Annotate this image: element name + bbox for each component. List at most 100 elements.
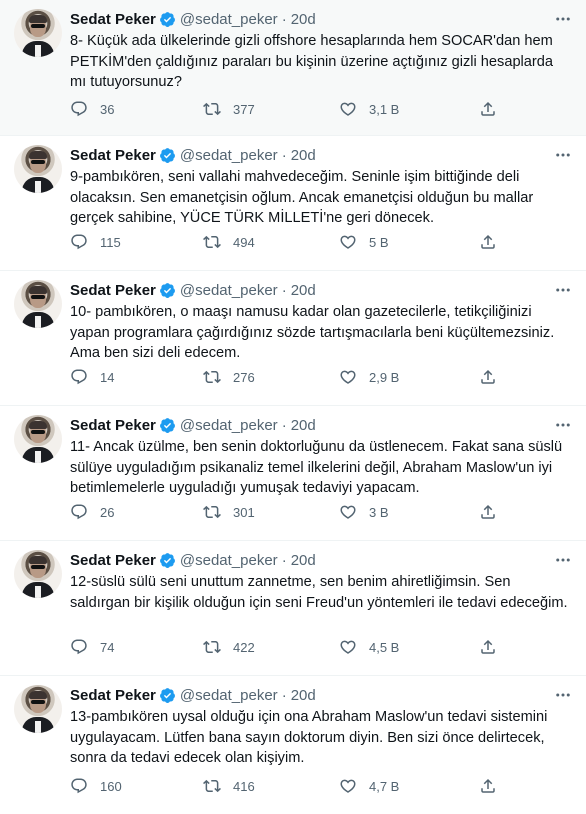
reply-count: 14 [100,369,115,385]
tweet[interactable]: Sedat Peker @sedat_peker · 20d 13-pambık… [0,676,586,814]
tweet[interactable]: Sedat Peker @sedat_peker · 20d 12-süslü … [0,541,586,676]
reply-count: 115 [100,234,121,250]
retweet-button[interactable]: 416 [203,777,339,795]
more-horizontal-icon[interactable] [554,416,572,434]
reply-icon [71,369,87,385]
like-count: 3,1 B [369,101,400,117]
retweet-button[interactable]: 377 [203,100,339,118]
avatar[interactable] [14,685,62,733]
reply-count: 160 [100,778,122,794]
retweet-count: 301 [233,504,255,520]
retweet-button[interactable]: 301 [203,503,339,521]
reply-button[interactable]: 115 [70,233,203,251]
tweet-timestamp[interactable]: 20d [291,417,316,434]
heart-icon [340,102,356,116]
author-handle[interactable]: @sedat_peker [180,282,278,299]
author-name[interactable]: Sedat Peker [70,282,156,299]
share-icon [481,101,495,116]
tweet[interactable]: Sedat Peker @sedat_peker · 20d 8- Küçük … [0,0,586,136]
reply-icon [71,639,87,655]
tweet-text: 9-pambıkören, seni vallahi mahvedeceğim.… [70,169,534,226]
verified-badge-icon [159,417,175,433]
author-handle[interactable]: @sedat_peker [180,11,278,28]
retweet-icon [203,102,221,116]
author-handle[interactable]: @sedat_peker [180,687,278,704]
author-handle[interactable]: @sedat_peker [180,147,278,164]
reply-button[interactable]: 36 [70,100,203,118]
retweet-button[interactable]: 276 [203,368,339,386]
tweet-header: Sedat Peker @sedat_peker · 20d [70,685,572,705]
tweet-header: Sedat Peker @sedat_peker · 20d [70,9,572,29]
tweet-header: Sedat Peker @sedat_peker · 20d [70,280,572,300]
like-button[interactable]: 5 B [339,233,479,251]
share-icon [481,234,495,249]
tweet-timestamp[interactable]: 20d [291,11,316,28]
like-button[interactable]: 4,5 B [339,638,479,656]
tweet-text: 10- pambıkören, o maaşı namusu kadar ola… [70,304,555,361]
tweet[interactable]: Sedat Peker @sedat_peker · 20d 9-pambıkö… [0,136,586,271]
author-name[interactable]: Sedat Peker [70,552,156,569]
verified-badge-icon [159,147,175,163]
tweet-content: Sedat Peker @sedat_peker · 20d 12-süslü … [70,550,572,613]
author-name[interactable]: Sedat Peker [70,147,156,164]
more-horizontal-icon[interactable] [554,10,572,28]
tweet-timestamp[interactable]: 20d [291,147,316,164]
retweet-count: 377 [233,101,255,117]
tweet-actions: 115 494 5 B [70,232,510,252]
author-handle[interactable]: @sedat_peker [180,417,278,434]
like-count: 3 B [369,504,389,520]
share-button[interactable] [479,100,497,118]
share-button[interactable] [479,638,497,656]
reply-icon [71,234,87,250]
tweet-header: Sedat Peker @sedat_peker · 20d [70,145,572,165]
retweet-icon [203,505,221,519]
verified-badge-icon [159,282,175,298]
share-button[interactable] [479,368,497,386]
share-button[interactable] [479,233,497,251]
share-button[interactable] [479,503,497,521]
tweet-timestamp[interactable]: 20d [291,282,316,299]
tweet[interactable]: Sedat Peker @sedat_peker · 20d 10- pambı… [0,271,586,406]
reply-icon [71,101,87,117]
tweet-timestamp[interactable]: 20d [291,687,316,704]
share-button[interactable] [479,777,497,795]
heart-icon [340,235,356,249]
reply-button[interactable]: 160 [70,777,203,795]
retweet-button[interactable]: 422 [203,638,339,656]
tweet-actions: 26 301 3 B [70,502,510,522]
heart-icon [340,370,356,384]
like-button[interactable]: 2,9 B [339,368,479,386]
like-button[interactable]: 3,1 B [339,100,479,118]
avatar[interactable] [14,145,62,193]
avatar[interactable] [14,550,62,598]
tweet-actions: 160 416 4,7 B [70,776,510,796]
author-name[interactable]: Sedat Peker [70,11,156,28]
more-horizontal-icon[interactable] [554,146,572,164]
share-icon [481,369,495,384]
tweet[interactable]: Sedat Peker @sedat_peker · 20d 11- Ancak… [0,406,586,541]
verified-badge-icon [159,552,175,568]
tweet-actions: 36 377 3,1 B [70,99,510,119]
like-button[interactable]: 4,7 B [339,777,479,795]
heart-icon [340,779,356,793]
reply-button[interactable]: 26 [70,503,203,521]
avatar[interactable] [14,415,62,463]
reply-button[interactable]: 14 [70,368,203,386]
reply-button[interactable]: 74 [70,638,203,656]
like-count: 5 B [369,234,389,250]
retweet-button[interactable]: 494 [203,233,339,251]
more-horizontal-icon[interactable] [554,281,572,299]
avatar[interactable] [14,280,62,328]
avatar[interactable] [14,9,62,57]
like-button[interactable]: 3 B [339,503,479,521]
author-name[interactable]: Sedat Peker [70,417,156,434]
more-horizontal-icon[interactable] [554,551,572,569]
author-name[interactable]: Sedat Peker [70,687,156,704]
tweet-timestamp[interactable]: 20d [291,552,316,569]
tweet-content: Sedat Peker @sedat_peker · 20d 8- Küçük … [70,9,572,93]
tweet-text: 11- Ancak üzülme, ben senin doktorluğunu… [70,439,563,496]
reply-count: 74 [100,639,115,655]
tweet-content: Sedat Peker @sedat_peker · 20d 9-pambıkö… [70,145,572,229]
author-handle[interactable]: @sedat_peker [180,552,278,569]
more-horizontal-icon[interactable] [554,686,572,704]
